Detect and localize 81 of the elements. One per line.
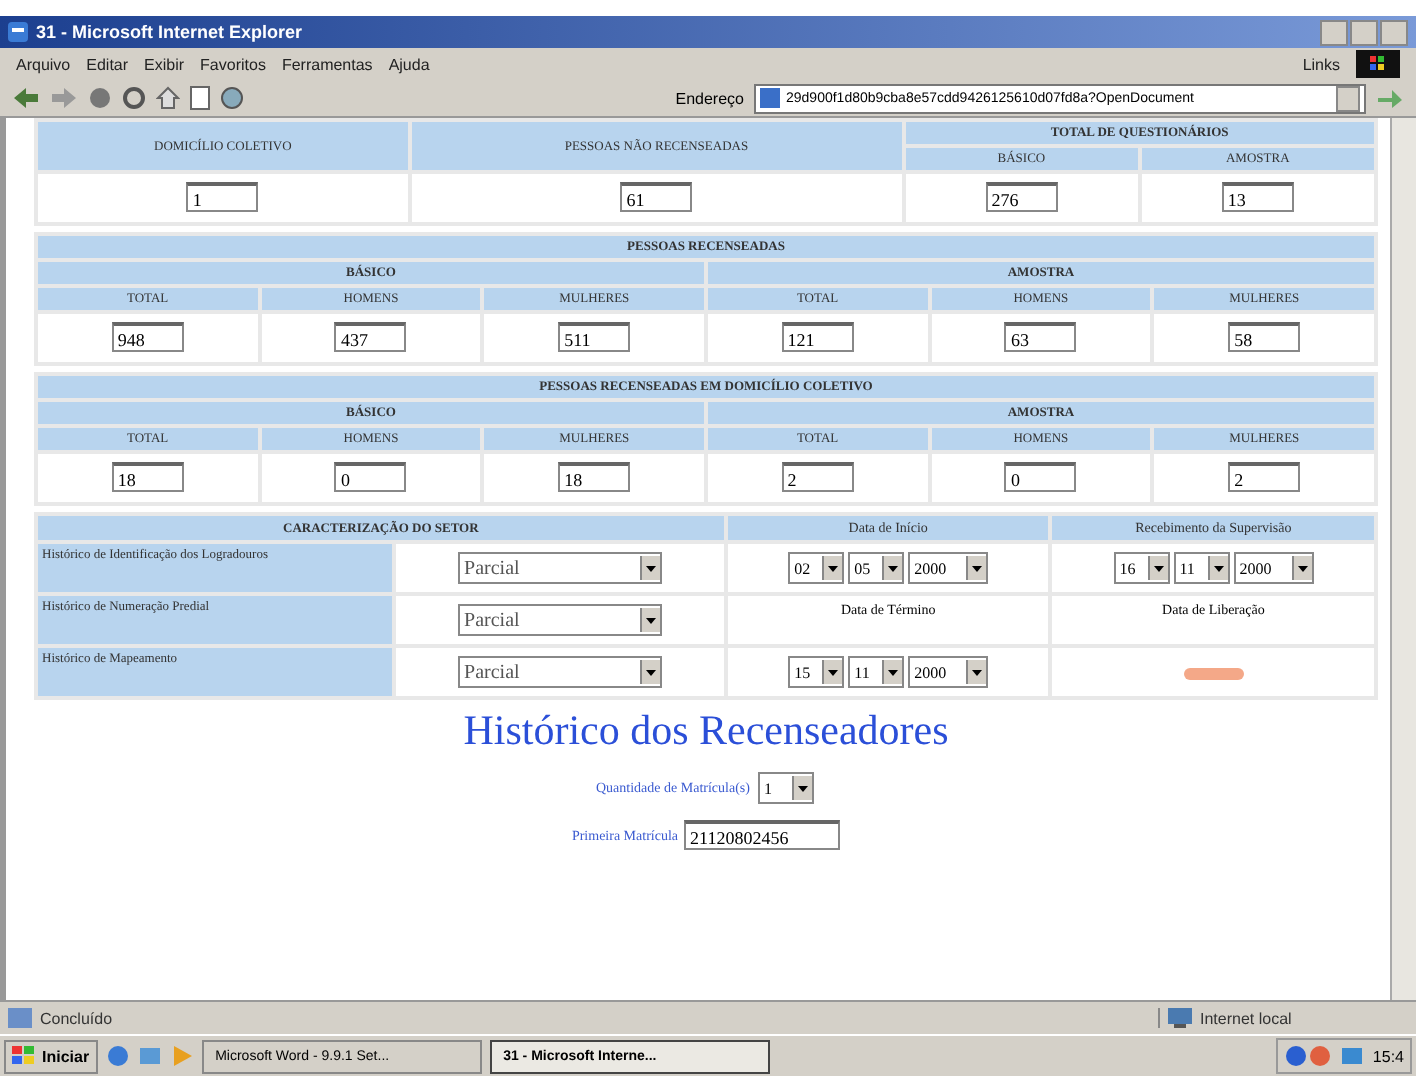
caret-icon xyxy=(1297,565,1308,572)
clock: 15:4 xyxy=(1372,1047,1404,1065)
caret-icon xyxy=(972,669,983,676)
go-arrow-icon[interactable] xyxy=(1376,86,1404,110)
globe-icon[interactable] xyxy=(220,86,244,110)
caret-icon xyxy=(888,669,899,676)
caret-icon xyxy=(828,669,839,676)
input-field[interactable]: 511 xyxy=(558,322,631,352)
dropdown[interactable]: 2000 xyxy=(1233,552,1314,585)
dropdown[interactable]: 02 xyxy=(788,552,845,585)
section-title: Histórico dos Recenseadores xyxy=(463,706,949,756)
caret-icon xyxy=(828,565,839,572)
menu-item[interactable]: Editar xyxy=(86,55,129,73)
highlight-mark xyxy=(1183,668,1244,680)
dropdown[interactable]: Parcial xyxy=(458,656,663,689)
caret-icon xyxy=(797,785,808,791)
input-field[interactable]: 1 xyxy=(186,182,259,212)
forward-icon[interactable] xyxy=(50,86,78,110)
refresh-icon[interactable] xyxy=(122,86,146,110)
dropdown[interactable]: Parcial xyxy=(458,604,663,637)
maximize-button[interactable] xyxy=(1350,19,1378,45)
menu-item[interactable]: Favoritos xyxy=(200,55,266,73)
minimize-button[interactable] xyxy=(1320,19,1348,45)
dropdown[interactable]: 2000 xyxy=(908,656,989,689)
caret-icon xyxy=(888,565,899,572)
stop-icon[interactable] xyxy=(88,86,112,110)
close-button[interactable] xyxy=(1380,19,1408,45)
window-title: 31 - Microsoft Internet Explorer xyxy=(36,22,303,42)
caret-icon xyxy=(646,669,657,676)
tray-icon xyxy=(1284,1044,1333,1068)
browser-icon xyxy=(8,22,28,42)
input-field[interactable]: 121 xyxy=(781,322,854,352)
dropdown[interactable]: 11 xyxy=(1173,552,1230,585)
caret-icon xyxy=(646,617,657,624)
browser-icon[interactable] xyxy=(105,1044,130,1068)
page-icon xyxy=(760,88,780,108)
input-field[interactable]: 13 xyxy=(1221,182,1294,212)
menu-item[interactable]: Ajuda xyxy=(388,55,430,73)
windows-logo-icon xyxy=(12,1046,36,1066)
input-field[interactable]: 18 xyxy=(558,462,631,492)
desktop-icon[interactable] xyxy=(137,1044,162,1068)
input-field[interactable]: 21120802456 xyxy=(684,820,841,850)
menu-item[interactable]: Arquivo xyxy=(16,55,71,73)
dropdown[interactable]: 16 xyxy=(1113,552,1170,585)
input-field[interactable]: 58 xyxy=(1228,322,1301,352)
input-field[interactable]: 63 xyxy=(1004,322,1077,352)
media-icon[interactable] xyxy=(169,1044,194,1068)
input-field[interactable]: 2 xyxy=(1228,462,1301,492)
home-icon[interactable] xyxy=(156,86,180,110)
windows-logo-icon xyxy=(1356,50,1400,78)
zone-label: Internet local xyxy=(1200,1009,1292,1027)
page-icon xyxy=(8,1008,32,1028)
input-field[interactable]: 2 xyxy=(781,462,854,492)
input-field[interactable]: 0 xyxy=(1004,462,1077,492)
input-field[interactable]: 948 xyxy=(111,322,184,352)
caret-icon xyxy=(1213,565,1224,572)
dropdown[interactable]: 1 xyxy=(757,772,814,804)
menu-item[interactable]: Ferramentas xyxy=(281,55,373,73)
address-label: Endereço xyxy=(675,89,744,107)
menu-item[interactable]: Exibir xyxy=(144,55,185,73)
links-button[interactable]: Links xyxy=(1302,55,1340,73)
dropdown[interactable]: 11 xyxy=(848,656,905,689)
caret-icon xyxy=(646,565,657,572)
dropdown-button[interactable] xyxy=(1336,85,1360,111)
input-field[interactable]: 18 xyxy=(111,462,184,492)
network-icon xyxy=(1340,1044,1365,1068)
input-field[interactable]: 276 xyxy=(985,182,1058,212)
input-field[interactable]: 61 xyxy=(620,182,693,212)
dropdown[interactable]: 05 xyxy=(848,552,905,585)
dropdown[interactable]: 2000 xyxy=(908,552,989,585)
computer-icon xyxy=(1168,1008,1192,1028)
caret-icon xyxy=(972,565,983,572)
input-field[interactable]: 0 xyxy=(334,462,407,492)
input-field[interactable]: 437 xyxy=(334,322,407,352)
start-button[interactable]: Iniciar xyxy=(4,1039,98,1073)
dropdown[interactable]: Parcial xyxy=(458,552,663,585)
back-icon[interactable] xyxy=(12,86,40,110)
status-text: Concluído xyxy=(40,1009,113,1027)
caret-icon xyxy=(1153,565,1164,572)
page-icon[interactable] xyxy=(190,86,210,110)
dropdown[interactable]: 15 xyxy=(788,656,845,689)
